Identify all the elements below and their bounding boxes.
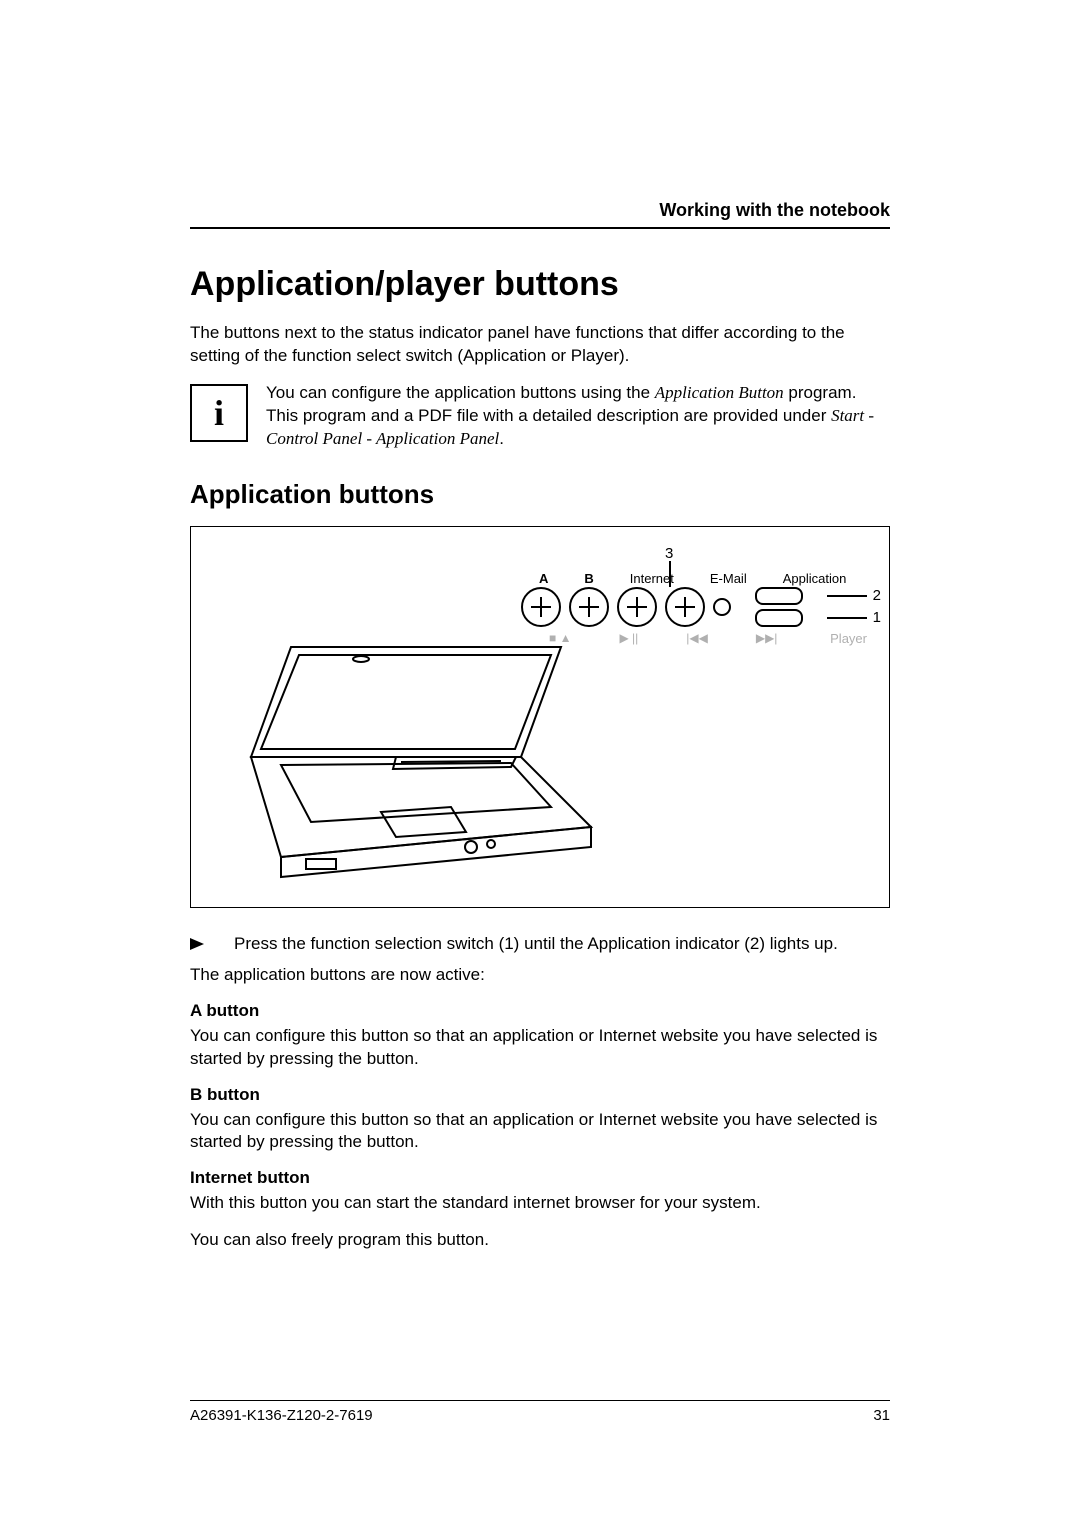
running-head: Working with the notebook (190, 200, 890, 229)
page-footer: A26391-K136-Z120-2-7619 31 (190, 1400, 890, 1424)
figure-application-buttons: 3 2 1 A B Internet E-Mail Application (190, 526, 890, 908)
info-icon-glyph: i (214, 395, 224, 431)
step-1-text: Press the function selection switch (1) … (234, 934, 838, 954)
label-internet: Internet (630, 571, 674, 586)
info-text-post: . (499, 429, 504, 448)
after-step-text: The application buttons are now active: (190, 964, 890, 987)
callout-1: 1 (873, 609, 881, 626)
player-play-pause-icon: ▶ || (619, 631, 638, 645)
player-prev-icon: |◀◀ (686, 631, 708, 645)
button-b-icon (569, 587, 609, 627)
a-button-text: You can configure this button so that an… (190, 1025, 890, 1071)
info-note: i You can configure the application butt… (190, 382, 890, 451)
step-marker-icon (190, 934, 210, 954)
laptop-illustration (221, 637, 621, 887)
zoom-labels: A B Internet E-Mail Application (539, 571, 846, 586)
callout-2-line (827, 595, 867, 597)
button-a-icon (521, 587, 561, 627)
intro-paragraph: The buttons next to the status indicator… (190, 322, 890, 368)
label-application: Application (783, 571, 847, 586)
function-switch-icon (755, 587, 803, 627)
button-internet-icon (617, 587, 657, 627)
info-icon: i (190, 384, 248, 442)
callout-3: 3 (665, 545, 673, 562)
application-indicator-icon (713, 598, 731, 616)
footer-page-number: 31 (873, 1407, 890, 1424)
player-next-icon: ▶▶| (756, 631, 778, 645)
zoom-buttons-row (521, 587, 803, 627)
callout-2: 2 (873, 587, 881, 604)
button-email-icon (665, 587, 705, 627)
b-button-title: B button (190, 1085, 890, 1105)
player-label: Player (830, 631, 867, 646)
callout-1-line (827, 617, 867, 619)
b-button-text: You can configure this button so that an… (190, 1109, 890, 1155)
label-a: A (539, 571, 548, 586)
info-text: You can configure the application button… (266, 382, 890, 451)
info-text-em1: Application Button (655, 383, 784, 402)
internet-button-title: Internet button (190, 1168, 890, 1188)
a-button-title: A button (190, 1001, 890, 1021)
internet-button-line1: With this button you can start the stand… (190, 1192, 890, 1215)
info-text-pre: You can configure the application button… (266, 383, 655, 402)
internet-button-line2: You can also freely program this button. (190, 1229, 890, 1252)
heading-application-buttons: Application buttons (190, 479, 890, 510)
step-1: Press the function selection switch (1) … (190, 934, 890, 954)
heading-application-player-buttons: Application/player buttons (190, 265, 890, 304)
label-b: B (584, 571, 593, 586)
footer-doc-id: A26391-K136-Z120-2-7619 (190, 1407, 373, 1424)
label-email: E-Mail (710, 571, 747, 586)
